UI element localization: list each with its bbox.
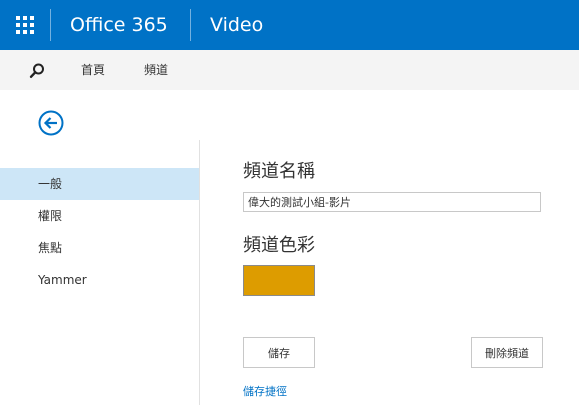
nav-channels-link[interactable]: 頻道 xyxy=(144,50,168,90)
app-title[interactable]: Office 365 xyxy=(70,0,168,50)
sidebar-item-spotlight[interactable]: 焦點 xyxy=(0,232,199,264)
channel-color-label: 頻道色彩 xyxy=(243,235,315,256)
search-icon[interactable] xyxy=(28,62,46,80)
header-divider xyxy=(190,9,191,41)
app-launcher-button[interactable] xyxy=(0,0,50,50)
settings-sidebar: 一般 權限 焦點 Yammer xyxy=(0,168,199,296)
sidebar-divider xyxy=(199,140,200,405)
channel-name-input[interactable] xyxy=(243,192,541,212)
save-shortcut-link[interactable]: 儲存捷徑 xyxy=(243,383,287,399)
header-divider xyxy=(50,9,51,41)
channel-name-label: 頻道名稱 xyxy=(243,161,315,182)
sidebar-item-general[interactable]: 一般 xyxy=(0,168,199,200)
delete-channel-button[interactable]: 刪除頻道 xyxy=(471,337,543,368)
sidebar-item-yammer[interactable]: Yammer xyxy=(0,264,199,296)
nav-bar: 首頁 頻道 xyxy=(0,50,579,90)
sidebar-item-permissions[interactable]: 權限 xyxy=(0,200,199,232)
suite-header: Office 365 Video xyxy=(0,0,579,50)
nav-home-link[interactable]: 首頁 xyxy=(81,50,105,90)
channel-color-swatch[interactable] xyxy=(243,265,315,296)
product-title[interactable]: Video xyxy=(210,0,263,50)
save-button[interactable]: 儲存 xyxy=(243,337,315,368)
waffle-icon xyxy=(16,16,34,34)
back-arrow-icon[interactable] xyxy=(38,110,64,136)
